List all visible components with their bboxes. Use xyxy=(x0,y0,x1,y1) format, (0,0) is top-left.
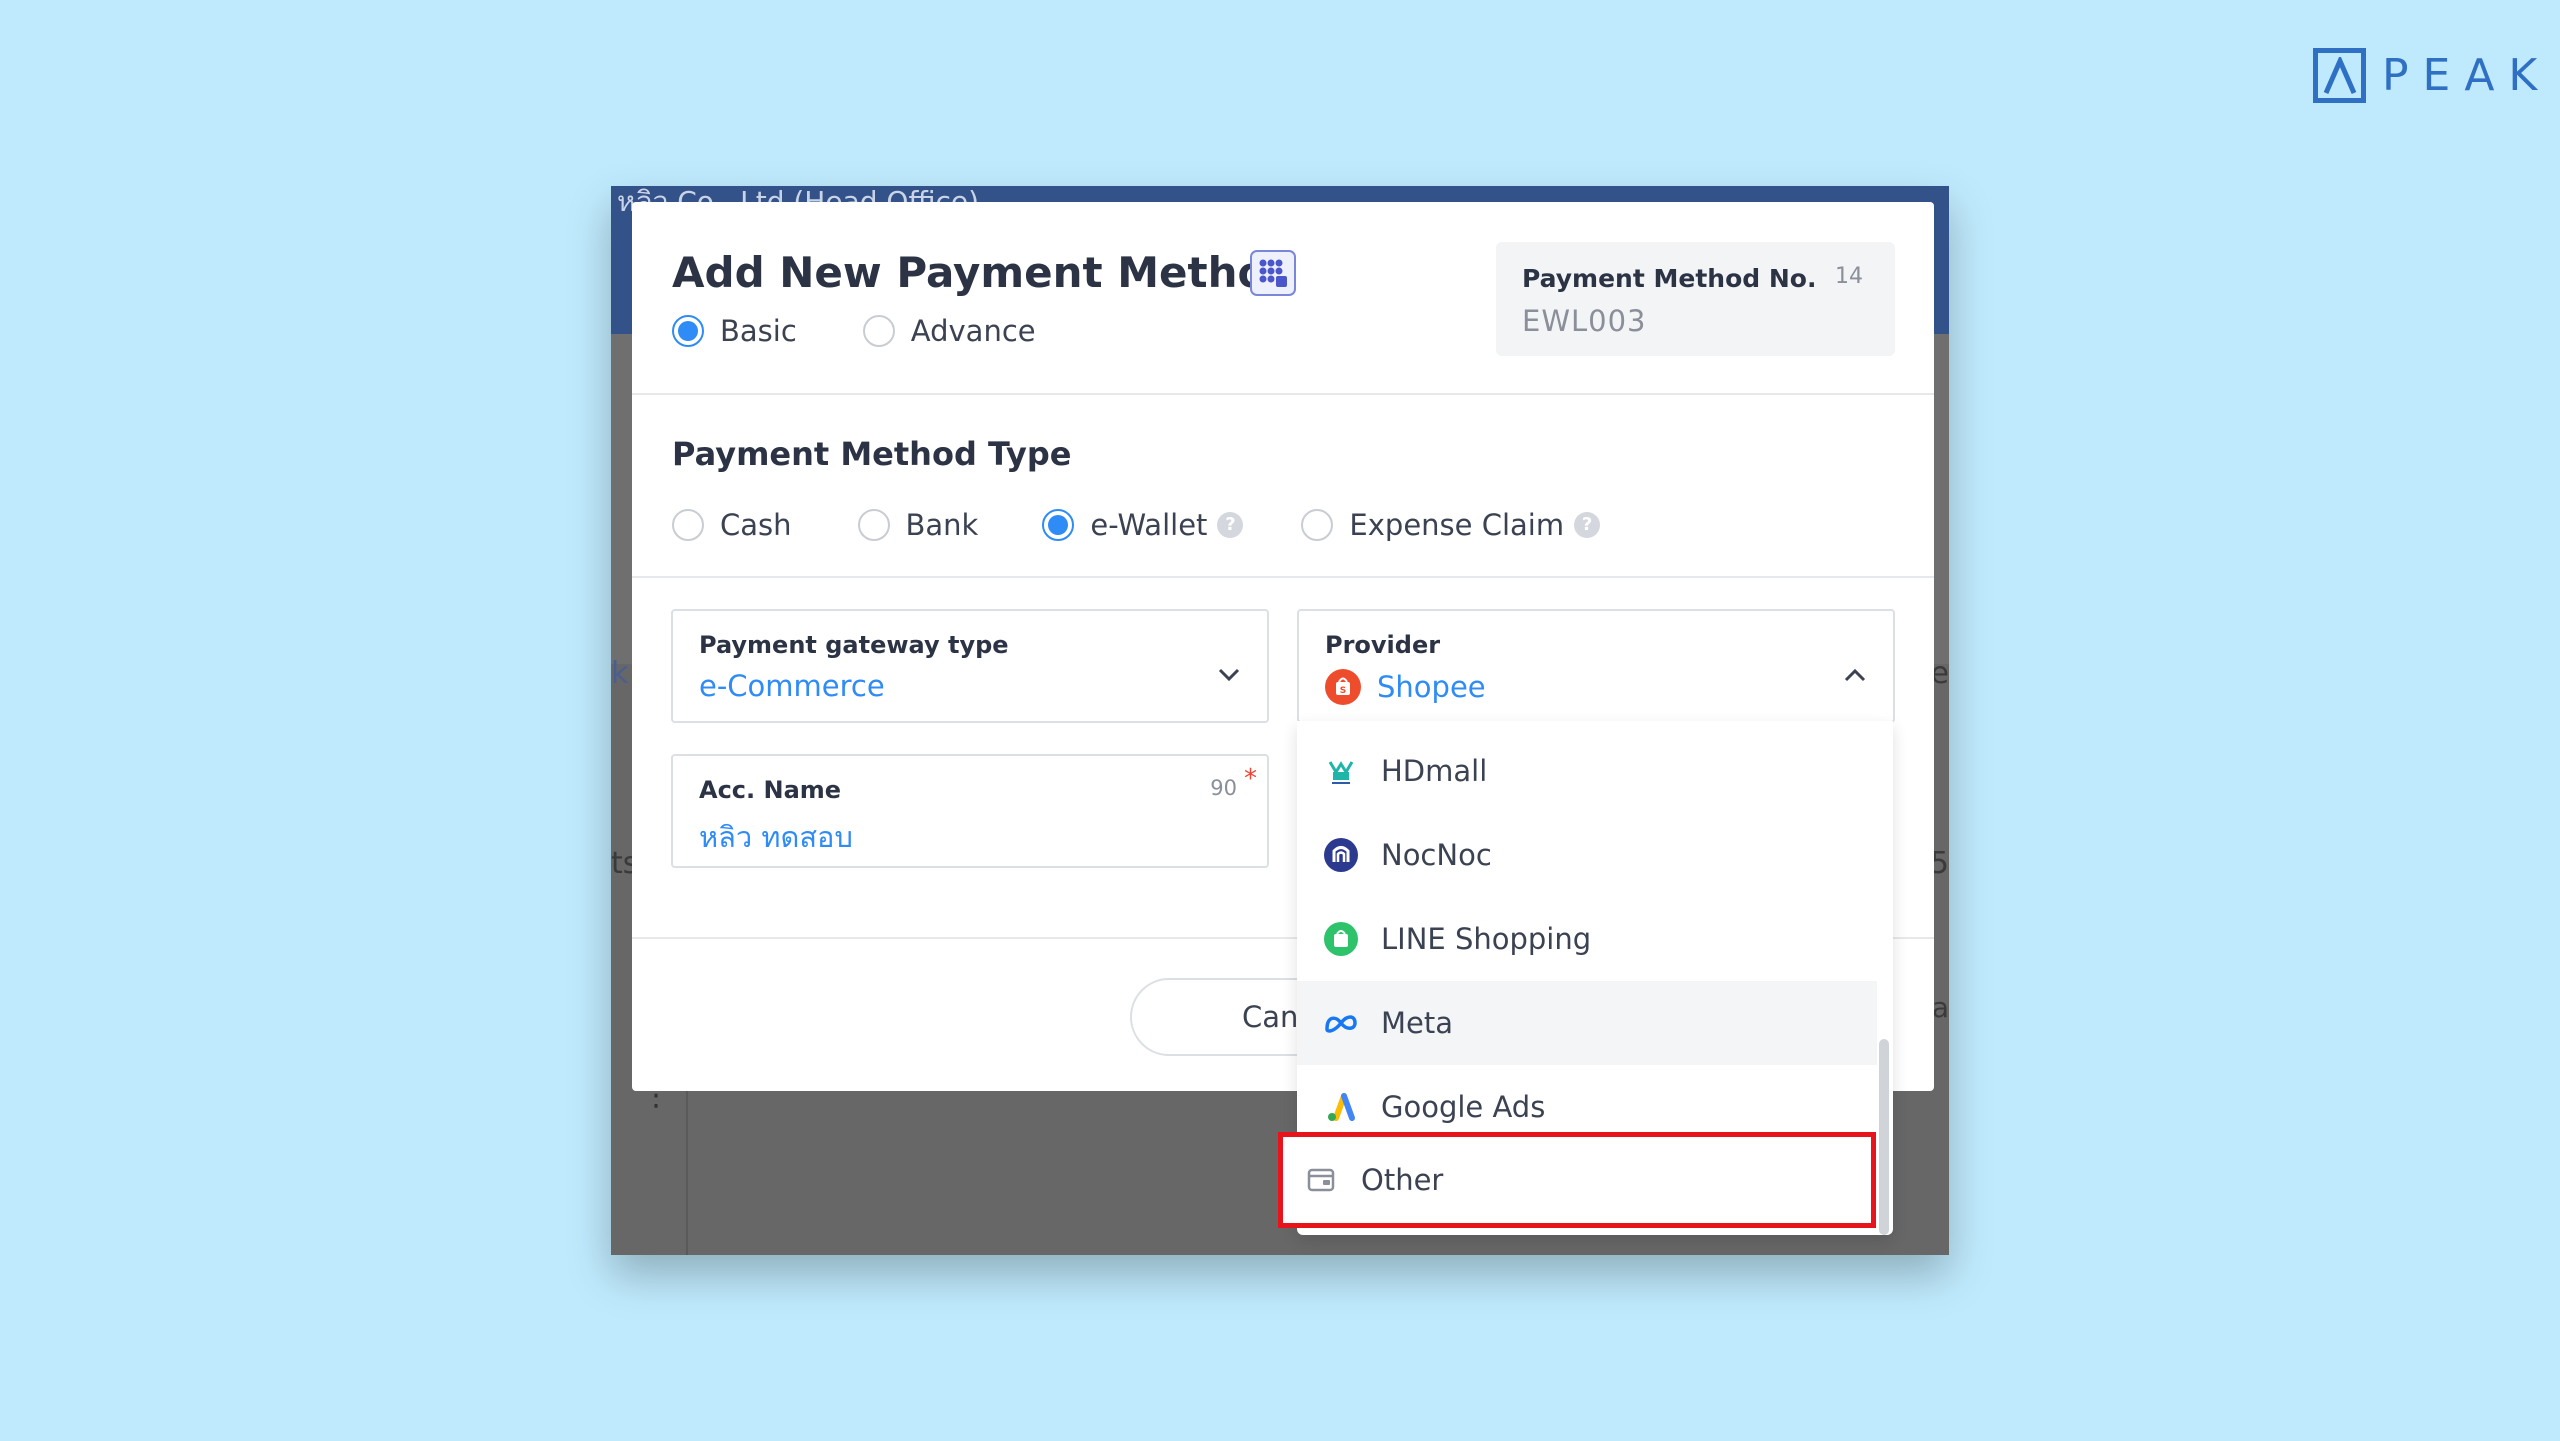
wallet-icon xyxy=(1301,1160,1341,1200)
provider-option-nocnoc[interactable]: NocNoc xyxy=(1297,813,1877,897)
payment-gateway-type-select[interactable]: Payment gateway type e-Commerce xyxy=(671,609,1269,723)
provider-option-meta[interactable]: Meta xyxy=(1297,981,1877,1065)
provider-option-hdmall[interactable]: HDmall xyxy=(1297,729,1877,813)
peak-logo-text: PEAK xyxy=(2382,50,2552,101)
modal-title: Add New Payment Method xyxy=(672,248,1297,297)
chevron-down-icon[interactable] xyxy=(1217,667,1241,683)
shopee-bag-icon: S xyxy=(1325,669,1361,705)
peak-logo-mark-icon xyxy=(2313,48,2366,103)
grid-apps-icon[interactable] xyxy=(1250,250,1296,296)
background-divider xyxy=(686,1086,688,1255)
provider-select[interactable]: Provider S Shopee xyxy=(1297,609,1895,723)
provider-option-label: HDmall xyxy=(1381,754,1488,788)
line-shopping-icon xyxy=(1321,919,1361,959)
background-edge-text: a xyxy=(1931,991,1949,1024)
provider-option-line-shopping[interactable]: LINE Shopping xyxy=(1297,897,1877,981)
provider-option-label: LINE Shopping xyxy=(1381,922,1592,956)
kebab-menu-icon: ⋮ xyxy=(641,1078,671,1113)
provider-option-other[interactable]: Other xyxy=(1283,1137,1871,1223)
nocnoc-icon xyxy=(1321,835,1361,875)
acc-name-field[interactable]: Acc. Name 90 * หลิว ทดสอบ xyxy=(671,754,1269,868)
radio-unchecked[interactable] xyxy=(857,509,890,541)
highlight-box-other: Other xyxy=(1278,1132,1876,1228)
help-icon[interactable]: ? xyxy=(1217,512,1244,538)
provider-option-label: Google Ads xyxy=(1381,1090,1546,1124)
payment-method-no-field: Payment Method No. 14 EWL003 xyxy=(1496,242,1895,356)
provider-option-label: NocNoc xyxy=(1381,838,1492,872)
section-divider xyxy=(632,576,1934,578)
mode-option-basic[interactable]: Basic xyxy=(672,314,797,348)
acc-name-value[interactable]: หลิว ทดสอบ xyxy=(699,814,853,860)
payment-method-no-count: 14 xyxy=(1835,264,1863,289)
type-option-ewallet[interactable]: e-Wallet ? xyxy=(1042,508,1244,542)
background-edge-text: k xyxy=(611,656,629,691)
payment-method-type-title: Payment Method Type xyxy=(672,435,1072,473)
payment-method-no-label: Payment Method No. xyxy=(1522,264,1817,293)
meta-icon xyxy=(1321,1003,1361,1043)
type-option-label: Bank xyxy=(905,508,979,542)
type-option-expense-claim[interactable]: Expense Claim ? xyxy=(1301,508,1601,542)
svg-text:S: S xyxy=(1340,686,1346,696)
type-option-label: Cash xyxy=(720,508,792,542)
mode-option-label: Advance xyxy=(910,314,1036,348)
provider-label: Provider xyxy=(1325,631,1441,659)
mode-option-advance[interactable]: Advance xyxy=(862,314,1036,348)
radio-checked[interactable] xyxy=(1042,509,1075,541)
payment-type-radio-group: Cash Bank e-Wallet ? Expense Claim ? xyxy=(672,508,1666,542)
required-mark: * xyxy=(1244,764,1257,794)
mode-radio-group: Basic Advance xyxy=(672,314,1102,348)
mode-option-label: Basic xyxy=(720,314,797,348)
google-ads-icon xyxy=(1321,1087,1361,1127)
type-option-cash[interactable]: Cash xyxy=(672,508,792,542)
hdmall-icon xyxy=(1321,751,1361,791)
header-divider xyxy=(632,393,1934,395)
payment-method-no-value: EWL003 xyxy=(1522,304,1647,338)
payment-gateway-type-label: Payment gateway type xyxy=(699,631,1009,659)
type-option-bank[interactable]: Bank xyxy=(857,508,979,542)
radio-unchecked[interactable] xyxy=(672,509,704,541)
peak-logo: PEAK xyxy=(2313,48,2551,103)
radio-unchecked[interactable] xyxy=(1301,509,1334,541)
type-option-label: Expense Claim xyxy=(1349,508,1565,542)
type-option-label: e-Wallet xyxy=(1090,508,1208,542)
radio-checked[interactable] xyxy=(672,315,704,347)
radio-unchecked[interactable] xyxy=(862,315,895,347)
acc-name-label: Acc. Name xyxy=(699,776,842,804)
provider-selected: S Shopee xyxy=(1325,669,1486,705)
chevron-up-icon[interactable] xyxy=(1843,667,1867,683)
provider-option-label: Meta xyxy=(1381,1006,1454,1040)
payment-gateway-type-value: e-Commerce xyxy=(699,669,885,703)
dropdown-scrollbar[interactable] xyxy=(1879,1039,1889,1235)
provider-option-label: Other xyxy=(1361,1163,1444,1197)
acc-name-char-count: 90 xyxy=(1210,776,1237,800)
provider-value: Shopee xyxy=(1377,670,1486,704)
help-icon[interactable]: ? xyxy=(1574,512,1601,538)
